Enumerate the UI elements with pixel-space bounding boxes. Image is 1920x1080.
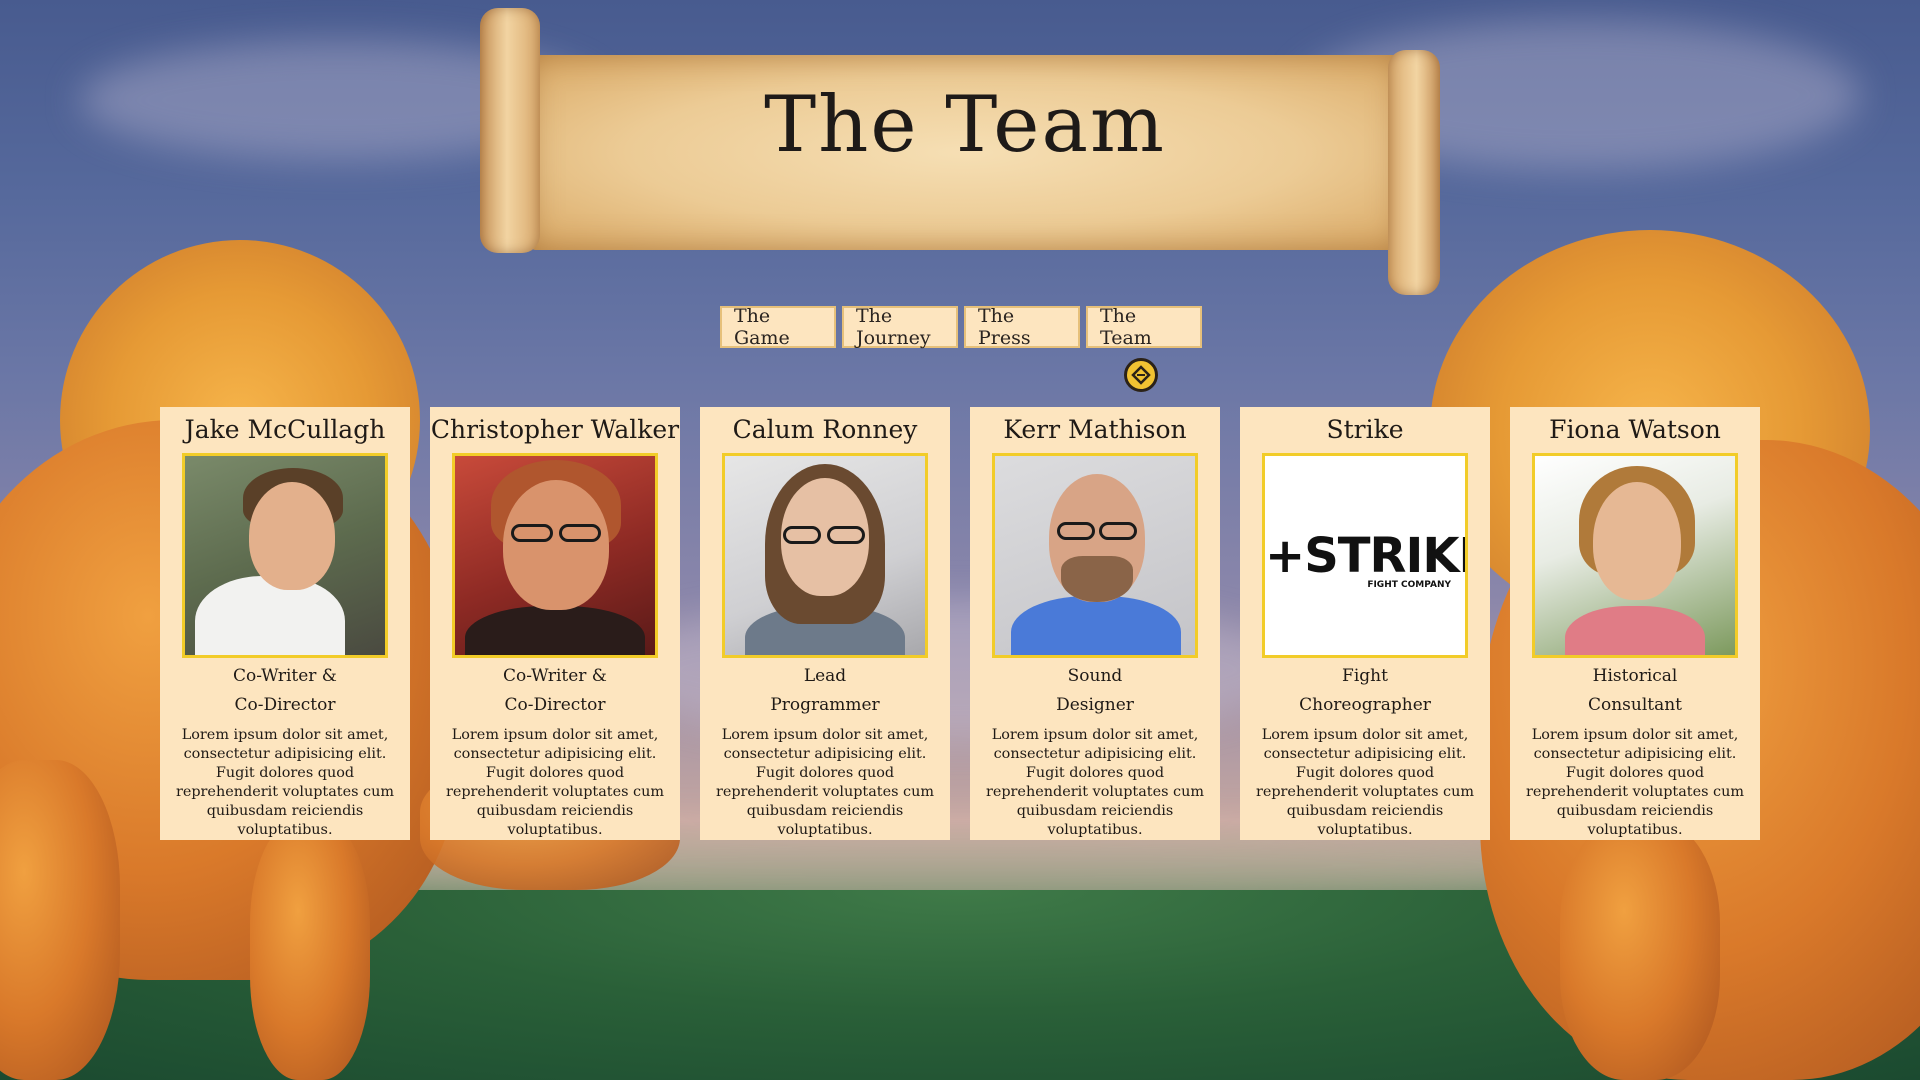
member-photo xyxy=(1532,453,1738,658)
member-role-line: Fight xyxy=(1342,666,1388,686)
member-role-line: Lead xyxy=(803,666,847,686)
member-role-line: Historical xyxy=(1592,666,1678,686)
member-photo xyxy=(722,453,928,658)
member-role: Sound Designer xyxy=(995,662,1195,720)
member-role: Co-Writer & Co-Director xyxy=(185,662,385,720)
nav-the-game[interactable]: The Game xyxy=(720,305,836,349)
member-name: Jake McCullagh xyxy=(184,415,386,444)
title-scroll-banner: The Team xyxy=(480,0,1440,300)
strike-logo-text: +STRIKE xyxy=(1265,528,1468,584)
member-name: Fiona Watson xyxy=(1549,415,1721,444)
member-name: Christopher Walker xyxy=(430,415,680,444)
member-photo xyxy=(182,453,388,658)
member-role-line: Programmer xyxy=(770,695,880,715)
nav-the-journey[interactable]: The Journey xyxy=(842,305,958,349)
member-photo xyxy=(452,453,658,658)
member-role-line: Designer xyxy=(1056,695,1134,715)
member-role: Co-Writer & Co-Director xyxy=(455,662,655,720)
member-name: Calum Ronney xyxy=(732,415,918,444)
page-title: The Team xyxy=(764,80,1166,170)
team-card: Kerr Mathison Sound Designer Lorem ipsum… xyxy=(970,407,1220,840)
member-role: Fight Choreographer xyxy=(1265,662,1465,720)
member-role-line: Sound xyxy=(1067,666,1123,686)
member-role-line: Co-Director xyxy=(234,695,336,715)
member-bio: Lorem ipsum dolor sit amet, consectetur … xyxy=(445,727,665,838)
member-role-line: Consultant xyxy=(1587,695,1683,715)
member-bio: Lorem ipsum dolor sit amet, consectetur … xyxy=(1255,727,1475,838)
member-role-line: Choreographer xyxy=(1299,695,1431,715)
team-grid: Jake McCullagh Co-Writer & Co-Director L… xyxy=(160,407,1760,840)
active-nav-indicator-icon xyxy=(1124,358,1158,392)
member-role-line: Co-Writer & xyxy=(233,666,337,686)
team-card: Calum Ronney Lead Programmer Lorem ipsum… xyxy=(700,407,950,840)
member-bio: Lorem ipsum dolor sit amet, consectetur … xyxy=(715,727,935,838)
page: The Team The Game The Journey The Press … xyxy=(0,0,1920,1080)
member-role: Lead Programmer xyxy=(725,662,925,720)
main-nav: The Game The Journey The Press The Team xyxy=(720,305,1202,349)
member-photo xyxy=(992,453,1198,658)
team-card: Jake McCullagh Co-Writer & Co-Director L… xyxy=(160,407,410,840)
team-card: Christopher Walker Co-Writer & Co-Direct… xyxy=(430,407,680,840)
strike-logo-image: +STRIKE FIGHT COMPANY xyxy=(1262,453,1468,658)
member-bio: Lorem ipsum dolor sit amet, consectetur … xyxy=(175,727,395,838)
strike-logo-subtext: FIGHT COMPANY xyxy=(1367,580,1451,590)
nav-the-press[interactable]: The Press xyxy=(964,305,1080,349)
member-bio: Lorem ipsum dolor sit amet, consectetur … xyxy=(985,727,1205,838)
member-name: Kerr Mathison xyxy=(1003,415,1187,444)
member-bio: Lorem ipsum dolor sit amet, consectetur … xyxy=(1525,727,1745,838)
member-name: Strike xyxy=(1326,415,1404,444)
member-role: Historical Consultant xyxy=(1535,662,1735,720)
member-role-line: Co-Director xyxy=(504,695,606,715)
team-card: Strike +STRIKE FIGHT COMPANY Fight Chore… xyxy=(1240,407,1490,840)
team-card: Fiona Watson Historical Consultant Lorem… xyxy=(1510,407,1760,840)
member-role-line: Co-Writer & xyxy=(503,666,607,686)
nav-the-team[interactable]: The Team xyxy=(1086,305,1202,349)
